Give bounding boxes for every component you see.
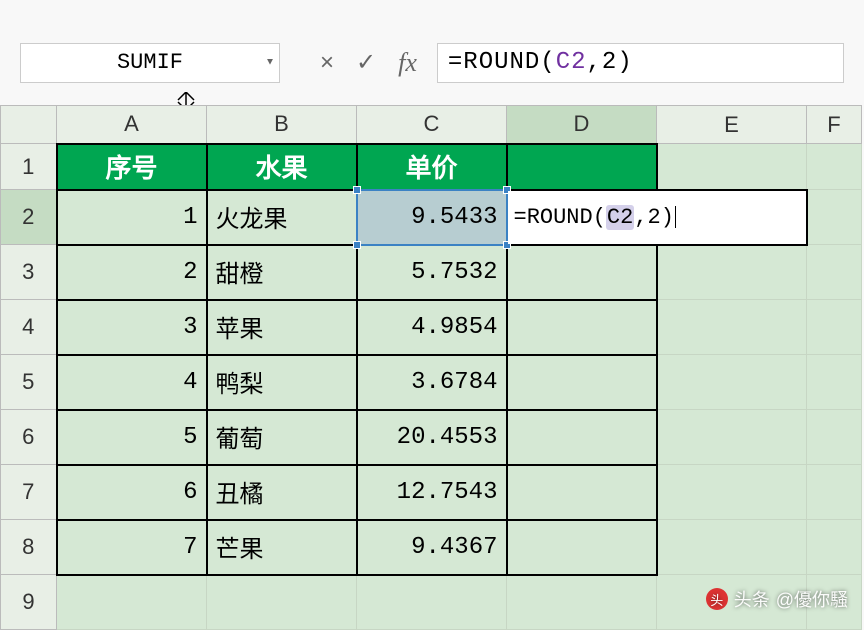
cell-C6[interactable]: 20.4553 [357, 410, 507, 465]
cell-A2[interactable]: 1 [57, 190, 207, 245]
table-row: 5 4 鸭梨 3.6784 [1, 355, 862, 410]
cell-E4[interactable] [657, 300, 807, 355]
watermark-logo-icon: 头 [706, 588, 728, 610]
cell-A7[interactable]: 6 [57, 465, 207, 520]
table-row: 1 序号 水果 单价 [1, 144, 862, 190]
formula-input[interactable]: =ROUND(C2,2) [437, 43, 844, 83]
row-header-3[interactable]: 3 [1, 245, 57, 300]
cell-C9[interactable] [357, 575, 507, 630]
cell-D7[interactable] [507, 465, 657, 520]
column-header-row: A B C D E F [1, 106, 862, 144]
table-row: 7 6 丑橘 12.7543 [1, 465, 862, 520]
cell-E1[interactable] [657, 144, 807, 190]
cell-B6[interactable]: 葡萄 [207, 410, 357, 465]
table-row: 8 7 芒果 9.4367 [1, 520, 862, 575]
confirm-icon[interactable]: ✓ [356, 48, 376, 77]
cell-D9[interactable] [507, 575, 657, 630]
cell-D5[interactable] [507, 355, 657, 410]
header-price[interactable]: 单价 [357, 144, 507, 190]
formula-text-tail: ,2) [587, 49, 633, 76]
cell-C2-value: 9.5433 [411, 204, 497, 231]
selection-handle-icon[interactable] [353, 186, 361, 194]
cell-D8[interactable] [507, 520, 657, 575]
select-all-corner[interactable] [1, 106, 57, 144]
cell-E7[interactable] [657, 465, 807, 520]
col-header-A[interactable]: A [57, 106, 207, 144]
cell-E3[interactable] [657, 245, 807, 300]
row-header-8[interactable]: 8 [1, 520, 57, 575]
cell-D2-editing[interactable]: =ROUND(C2,2) [507, 190, 807, 245]
cell-A9[interactable] [57, 575, 207, 630]
cell-C4[interactable]: 4.9854 [357, 300, 507, 355]
cell-A4[interactable]: 3 [57, 300, 207, 355]
selection-handle-icon[interactable] [353, 241, 361, 249]
header-seq[interactable]: 序号 [57, 144, 207, 190]
cell-F1[interactable] [807, 144, 862, 190]
cell-E8[interactable] [657, 520, 807, 575]
row-header-4[interactable]: 4 [1, 300, 57, 355]
table-row: 2 1 火龙果 9.5433 =ROUND(C2,2) [1, 190, 862, 245]
cell-F4[interactable] [807, 300, 862, 355]
formula-ref: C2 [556, 49, 587, 76]
name-box-dropdown-icon[interactable]: ▼ [267, 57, 273, 68]
header-fruit[interactable]: 水果 [207, 144, 357, 190]
cell-C2[interactable]: 9.5433 [357, 190, 507, 245]
table-row: 4 3 苹果 4.9854 [1, 300, 862, 355]
cell-F5[interactable] [807, 355, 862, 410]
col-header-C[interactable]: C [357, 106, 507, 144]
row-header-6[interactable]: 6 [1, 410, 57, 465]
row-header-7[interactable]: 7 [1, 465, 57, 520]
cell-E6[interactable] [657, 410, 807, 465]
name-box[interactable]: SUMIF ▼ [20, 43, 280, 83]
formula-bar: SUMIF ▼ × ✓ fx =ROUND(C2,2) [0, 35, 864, 90]
cell-B8[interactable]: 芒果 [207, 520, 357, 575]
cell-B2[interactable]: 火龙果 [207, 190, 357, 245]
cancel-icon[interactable]: × [320, 49, 334, 77]
header-empty-D[interactable] [507, 144, 657, 190]
cell-D6[interactable] [507, 410, 657, 465]
cell-F8[interactable] [807, 520, 862, 575]
text-cursor-icon [675, 206, 676, 228]
cell-C5[interactable]: 3.6784 [357, 355, 507, 410]
row-header-5[interactable]: 5 [1, 355, 57, 410]
cell-B5[interactable]: 鸭梨 [207, 355, 357, 410]
fx-icon[interactable]: fx [398, 48, 417, 78]
cell-D3[interactable] [507, 245, 657, 300]
cell-C7[interactable]: 12.7543 [357, 465, 507, 520]
cell-B3[interactable]: 甜橙 [207, 245, 357, 300]
cell-D4[interactable] [507, 300, 657, 355]
col-header-E[interactable]: E [657, 106, 807, 144]
cell-F7[interactable] [807, 465, 862, 520]
watermark-handle: @優你騷 [776, 586, 848, 612]
cell-F2[interactable] [807, 190, 862, 245]
spreadsheet-grid[interactable]: A B C D E F 1 序号 水果 单价 2 1 火龙果 9.5433 =R… [0, 105, 862, 630]
name-box-value: SUMIF [117, 50, 183, 75]
cell-A5[interactable]: 4 [57, 355, 207, 410]
cell-A6[interactable]: 5 [57, 410, 207, 465]
watermark-label: 头条 [734, 586, 770, 612]
cell-F6[interactable] [807, 410, 862, 465]
table-row: 3 2 甜橙 5.7532 [1, 245, 862, 300]
cell-B9[interactable] [207, 575, 357, 630]
cell-C8[interactable]: 9.4367 [357, 520, 507, 575]
col-header-B[interactable]: B [207, 106, 357, 144]
formula-text-prefix: =ROUND( [448, 49, 556, 76]
cell-C3[interactable]: 5.7532 [357, 245, 507, 300]
cell-A3[interactable]: 2 [57, 245, 207, 300]
editing-formula: =ROUND(C2,2) [514, 205, 676, 230]
cell-B4[interactable]: 苹果 [207, 300, 357, 355]
row-header-9[interactable]: 9 [1, 575, 57, 630]
cell-F3[interactable] [807, 245, 862, 300]
table-row: 6 5 葡萄 20.4553 [1, 410, 862, 465]
row-header-2[interactable]: 2 [1, 190, 57, 245]
col-header-F[interactable]: F [807, 106, 862, 144]
cell-A8[interactable]: 7 [57, 520, 207, 575]
row-header-1[interactable]: 1 [1, 144, 57, 190]
cell-B7[interactable]: 丑橘 [207, 465, 357, 520]
watermark: 头 头条 @優你騷 [706, 586, 848, 612]
col-header-D[interactable]: D [507, 106, 657, 144]
cell-E5[interactable] [657, 355, 807, 410]
